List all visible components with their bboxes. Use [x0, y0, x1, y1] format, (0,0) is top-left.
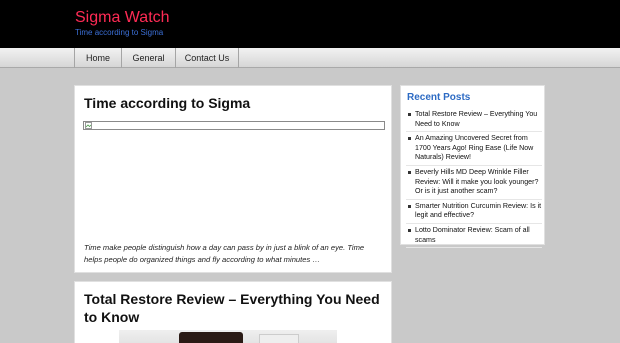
recent-post-link[interactable]: An Amazing Uncovered Secret from 1700 Ye… [415, 134, 533, 161]
site-title[interactable]: Sigma Watch [75, 9, 170, 27]
recent-posts-list: Total Restore Review – Everything You Ne… [406, 108, 542, 249]
nav-bar: Home General Contact Us [0, 48, 620, 68]
recent-post-item[interactable]: Beverly Hills MD Deep Wrinkle Filler Rev… [406, 166, 542, 200]
site-header: Sigma Watch Time according to Sigma [0, 0, 620, 48]
bullet-icon [408, 228, 411, 232]
post-excerpt: Time make people distinguish how a day c… [84, 243, 365, 264]
bullet-icon [408, 137, 411, 141]
recent-post-item[interactable]: Total Restore Review – Everything You Ne… [406, 108, 542, 133]
recent-post-item[interactable]: Smarter Nutrition Curcumin Review: Is it… [406, 200, 542, 224]
product-box-icon [259, 334, 299, 343]
sidebar-title: Recent Posts [407, 92, 471, 103]
recent-post-item[interactable]: Lotto Dominator Review: Scam of all scam… [406, 224, 542, 249]
nav-item-home[interactable]: Home [74, 48, 121, 68]
broken-image-icon [83, 121, 385, 130]
post-card: Time according to Sigma Time make people… [74, 85, 392, 273]
product-jar-icon [179, 332, 243, 343]
bullet-icon [408, 204, 411, 208]
product-image[interactable] [119, 330, 337, 343]
post-title[interactable]: Time according to Sigma [84, 95, 250, 111]
sidebar-recent-posts: Recent Posts Total Restore Review – Ever… [400, 85, 545, 249]
recent-post-item[interactable]: An Amazing Uncovered Secret from 1700 Ye… [406, 132, 542, 166]
bullet-icon [408, 113, 411, 116]
recent-post-link[interactable]: Smarter Nutrition Curcumin Review: Is it… [415, 202, 541, 220]
bullet-icon [408, 170, 411, 174]
recent-post-link[interactable]: Total Restore Review – Everything You Ne… [415, 110, 537, 128]
recent-post-link[interactable]: Beverly Hills MD Deep Wrinkle Filler Rev… [415, 168, 538, 195]
post-card: Total Restore Review – Everything You Ne… [74, 281, 392, 343]
recent-post-link[interactable]: Lotto Dominator Review: Scam of all scam… [415, 226, 530, 244]
nav-item-general[interactable]: General [121, 48, 175, 68]
nav-item-contact-us[interactable]: Contact Us [175, 48, 239, 68]
site-tagline: Time according to Sigma [75, 28, 164, 37]
post-title[interactable]: Total Restore Review – Everything You Ne… [84, 290, 384, 326]
